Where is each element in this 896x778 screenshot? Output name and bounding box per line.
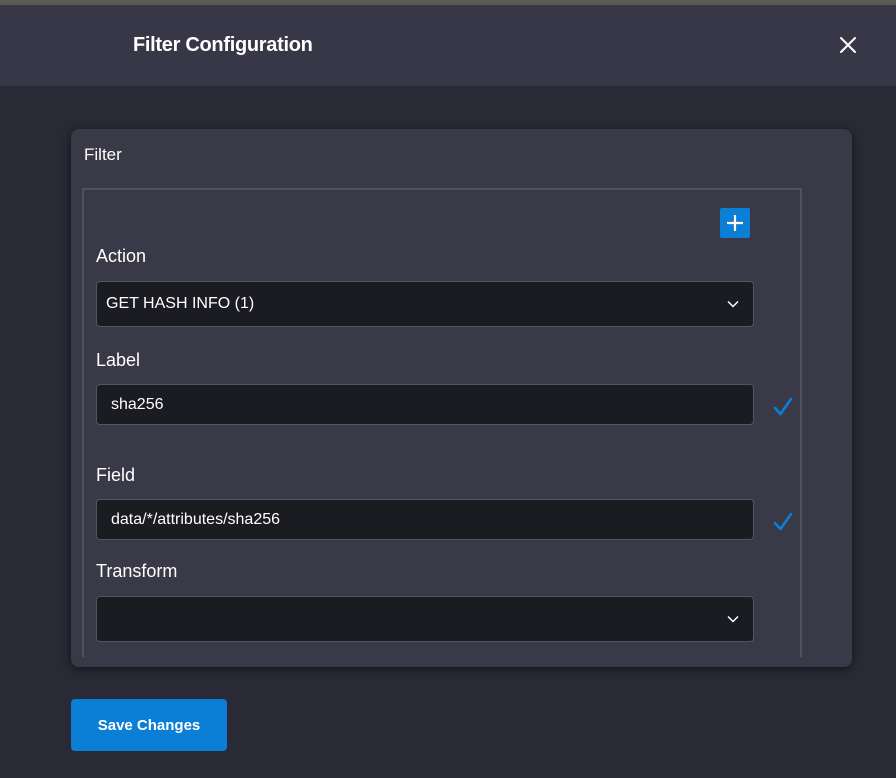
label-field-label: Label: [96, 350, 141, 370]
chevron-down-icon: [727, 615, 739, 623]
modal-title: Filter Configuration: [133, 34, 313, 56]
transform-select[interactable]: [96, 596, 754, 642]
label-input[interactable]: [96, 384, 754, 425]
field-input[interactable]: [96, 499, 754, 540]
close-icon[interactable]: [836, 33, 860, 57]
field-label: Field: [96, 465, 136, 485]
add-filter-button[interactable]: [720, 208, 750, 238]
chevron-down-icon: [727, 300, 739, 308]
action-label: Action: [96, 246, 147, 266]
save-changes-button[interactable]: Save Changes: [71, 699, 227, 751]
transform-label: Transform: [96, 561, 178, 581]
plus-icon: [727, 215, 743, 231]
checkmark-icon: [773, 397, 793, 416]
action-select[interactable]: GET HASH INFO (1): [96, 281, 754, 327]
filter-section-title: Filter: [84, 145, 122, 164]
modal-header: Filter Configuration: [0, 5, 896, 86]
checkmark-icon: [773, 512, 793, 531]
action-select-value: GET HASH INFO (1): [106, 295, 255, 312]
